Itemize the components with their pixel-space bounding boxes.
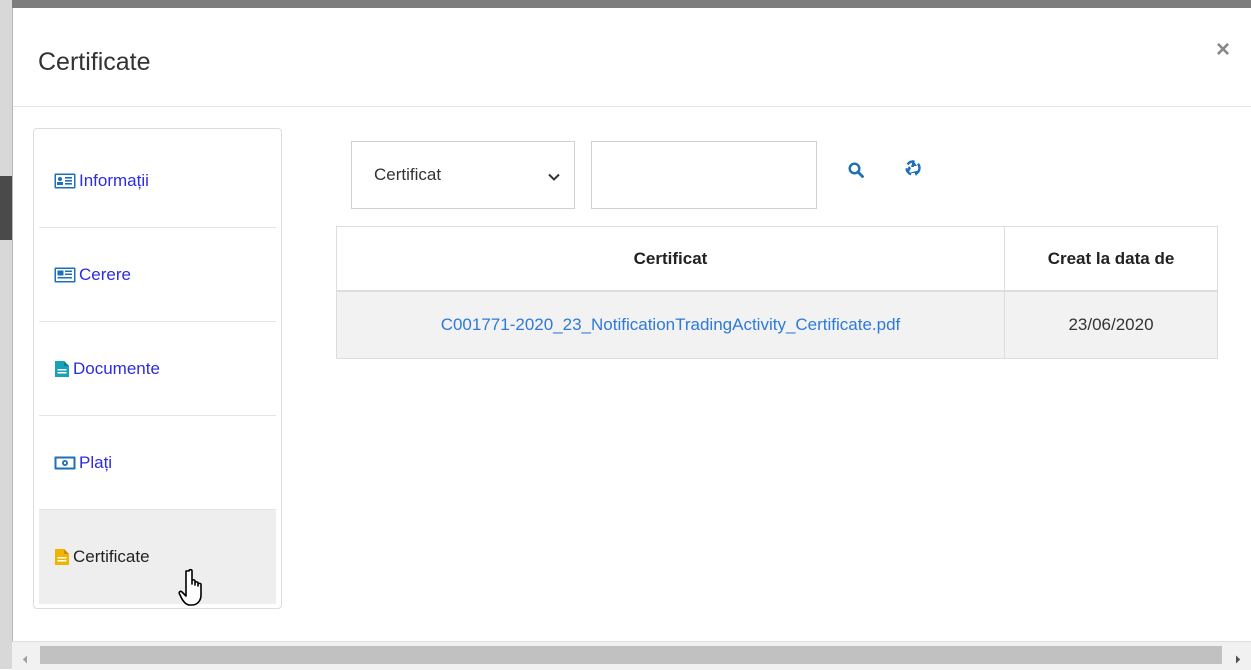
sidebar-item-certificate[interactable]: Certificate — [39, 510, 276, 604]
horizontal-scrollbar[interactable] — [12, 641, 1251, 670]
certificat-filter-select[interactable]: Certificat — [351, 141, 575, 209]
sidebar-item-label: Cerere — [79, 264, 131, 284]
column-header-certificat[interactable]: Certificat — [337, 227, 1005, 290]
table-cell-certificat: C001771-2020_23_NotificationTradingActiv… — [337, 292, 1005, 358]
table-cell-creat: 23/06/2020 — [1068, 315, 1154, 334]
certificate-file-link[interactable]: C001771-2020_23_NotificationTradingActiv… — [441, 315, 901, 335]
chevron-down-icon — [548, 166, 560, 186]
file-icon — [54, 548, 70, 566]
certificates-table: Certificat Creat la data de C001771-2020… — [336, 226, 1218, 359]
modal-header: Certificate × — [13, 8, 1251, 107]
background-top-bar — [0, 0, 1251, 8]
scroll-left-arrow-icon[interactable] — [22, 651, 28, 669]
sidebar-item-cerere[interactable]: Cerere — [39, 228, 276, 322]
background-left-block — [0, 176, 12, 240]
modal-title: Certificate — [38, 48, 151, 76]
table-header-row: Certificat Creat la data de — [337, 227, 1217, 292]
id-card-icon — [54, 173, 76, 189]
sidebar-item-label: Informații — [79, 170, 149, 190]
background-left-strip — [0, 0, 12, 669]
newspaper-icon — [54, 267, 76, 283]
money-bill-icon — [54, 456, 76, 470]
table-row: C001771-2020_23_NotificationTradingActiv… — [337, 292, 1217, 358]
search-input[interactable] — [591, 141, 817, 209]
search-icon[interactable] — [848, 162, 864, 183]
sidebar-item-label: Documente — [73, 358, 160, 378]
sidebar-item-label: Certificate — [73, 547, 150, 566]
sidebar-nav: Informații Cerere Documente Plați Certif… — [33, 128, 282, 609]
sidebar-item-documente[interactable]: Documente — [39, 322, 276, 416]
sidebar-item-label: Plați — [79, 452, 113, 472]
scrollbar-thumb[interactable] — [40, 646, 1222, 664]
close-button[interactable]: × — [1216, 38, 1230, 62]
recycle-icon[interactable] — [903, 158, 923, 183]
column-header-creat-la-data-de[interactable]: Creat la data de — [1005, 227, 1217, 290]
select-value: Certificat — [374, 165, 442, 184]
sidebar-item-plati[interactable]: Plați — [39, 416, 276, 510]
sidebar-item-informatii[interactable]: Informații — [39, 134, 276, 228]
scroll-right-arrow-icon[interactable] — [1235, 651, 1241, 669]
file-text-icon — [54, 360, 70, 378]
